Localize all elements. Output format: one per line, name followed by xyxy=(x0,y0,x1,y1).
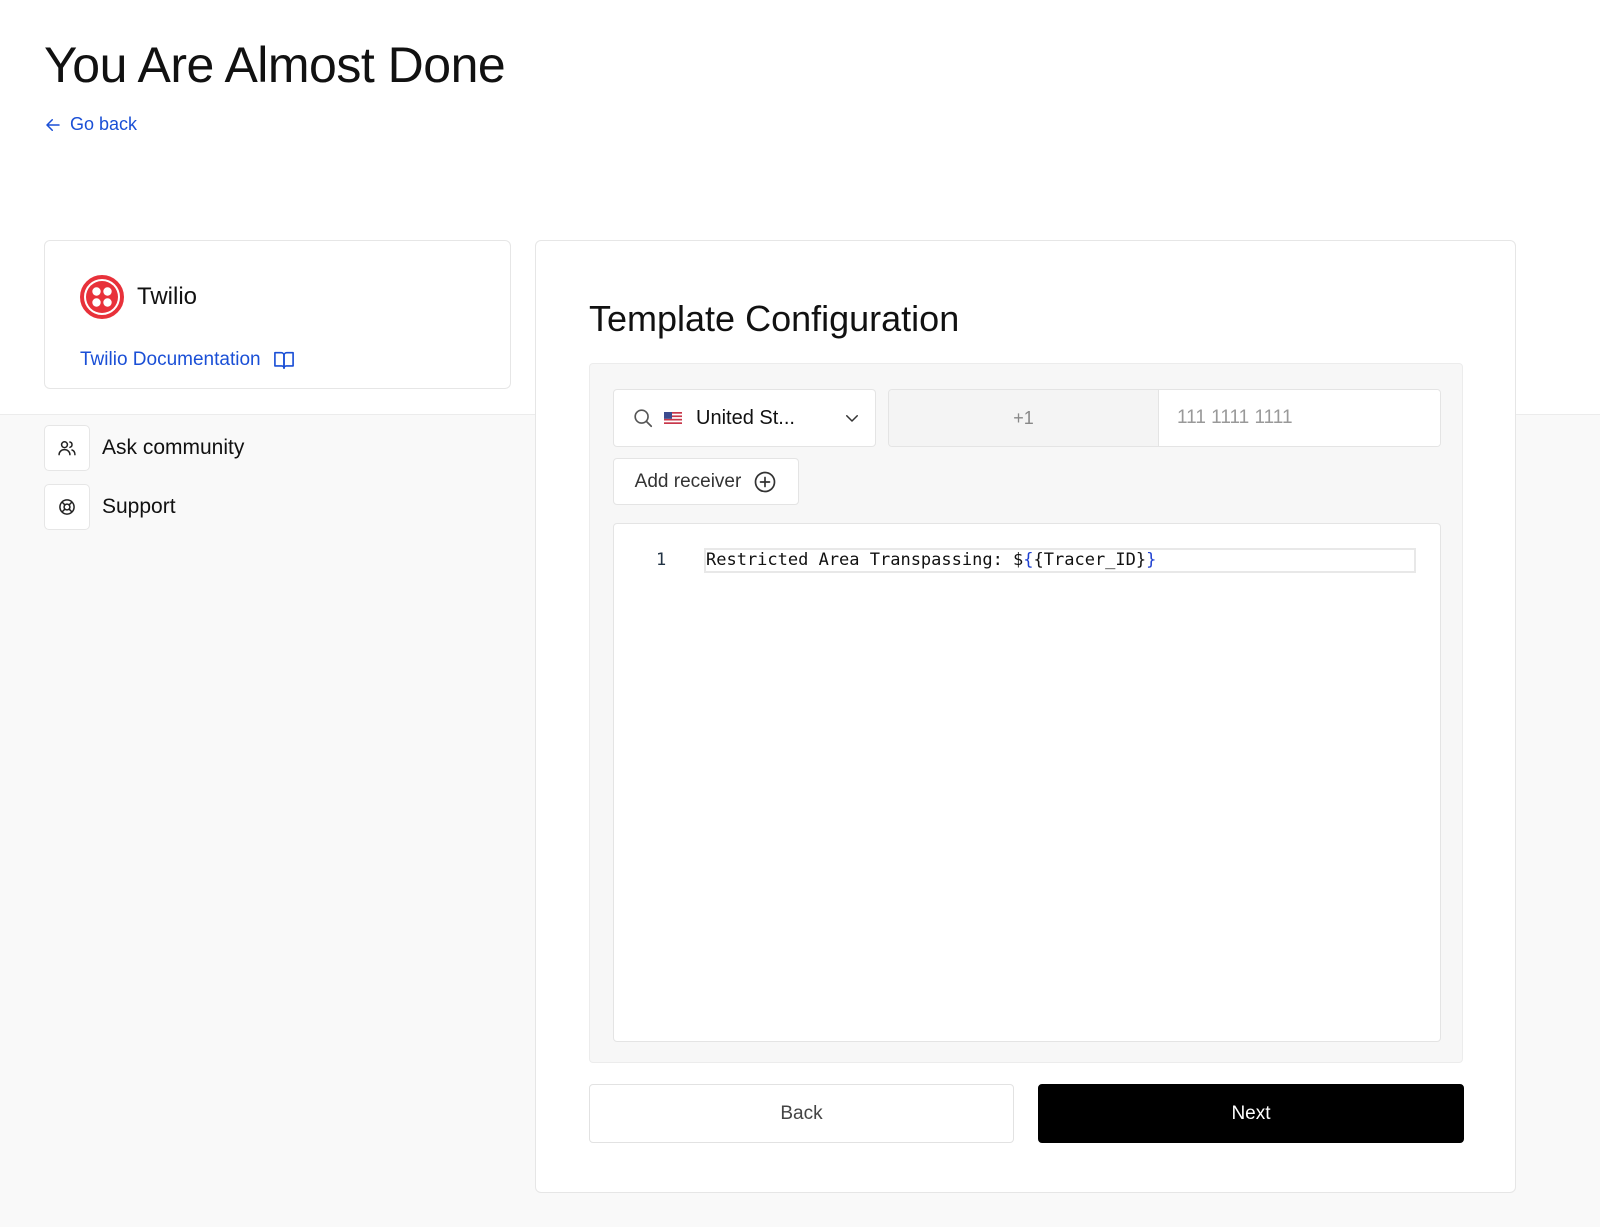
sidebar-item-support[interactable]: Support xyxy=(44,484,176,530)
close-brace: } xyxy=(1146,550,1157,570)
icon-box xyxy=(44,425,90,471)
plus-circle-icon xyxy=(754,471,776,492)
add-receiver-button[interactable]: Add receiver xyxy=(613,458,799,505)
template-code-editor[interactable]: 1 Restricted Area Transpassing: ${{Trace… xyxy=(613,523,1441,1042)
documentation-link[interactable]: Twilio Documentation xyxy=(80,349,295,371)
phone-number-group: +1 xyxy=(888,389,1441,447)
go-back-link[interactable]: Go back xyxy=(44,114,137,135)
twilio-logo-icon xyxy=(80,275,124,319)
back-button[interactable]: Back xyxy=(589,1084,1014,1143)
page-title: You Are Almost Done xyxy=(44,37,506,93)
template-variable: {Tracer_ID} xyxy=(1033,550,1147,570)
us-flag-icon xyxy=(664,412,682,424)
arrow-left-icon xyxy=(46,118,60,131)
template-configuration-card: Template Configuration United St... +1 1… xyxy=(535,240,1516,1193)
search-icon xyxy=(634,409,653,428)
phone-number-input[interactable] xyxy=(1159,390,1440,446)
config-panel: United St... +1 Add receiver 1 Restricte… xyxy=(589,363,1463,1063)
users-icon xyxy=(58,441,76,456)
icon-box xyxy=(44,484,90,530)
line-number: 1 xyxy=(656,550,667,570)
next-button[interactable]: Next xyxy=(1038,1084,1464,1143)
sidebar-item-label: Support xyxy=(102,495,176,518)
sidebar-item-label: Ask community xyxy=(102,436,245,459)
go-back-label: Go back xyxy=(70,114,138,134)
country-select[interactable]: United St... xyxy=(613,389,876,447)
chevron-down-icon xyxy=(846,415,858,422)
section-title: Template Configuration xyxy=(589,298,960,339)
dial-code: +1 xyxy=(889,390,1159,446)
lifebuoy-icon xyxy=(59,499,75,515)
provider-card: Twilio Twilio Documentation xyxy=(44,240,511,389)
documentation-link-label: Twilio Documentation xyxy=(80,349,261,370)
country-select-value: United St... xyxy=(696,406,795,429)
code-line[interactable]: Restricted Area Transpassing: ${{Tracer_… xyxy=(704,548,1416,573)
provider-name: Twilio xyxy=(137,283,198,310)
open-brace: { xyxy=(1023,550,1034,570)
sidebar-item-ask-community[interactable]: Ask community xyxy=(44,425,244,471)
add-receiver-label: Add receiver xyxy=(634,470,742,492)
book-icon xyxy=(273,351,294,369)
code-text: Restricted Area Transpassing: $ xyxy=(706,550,1024,570)
